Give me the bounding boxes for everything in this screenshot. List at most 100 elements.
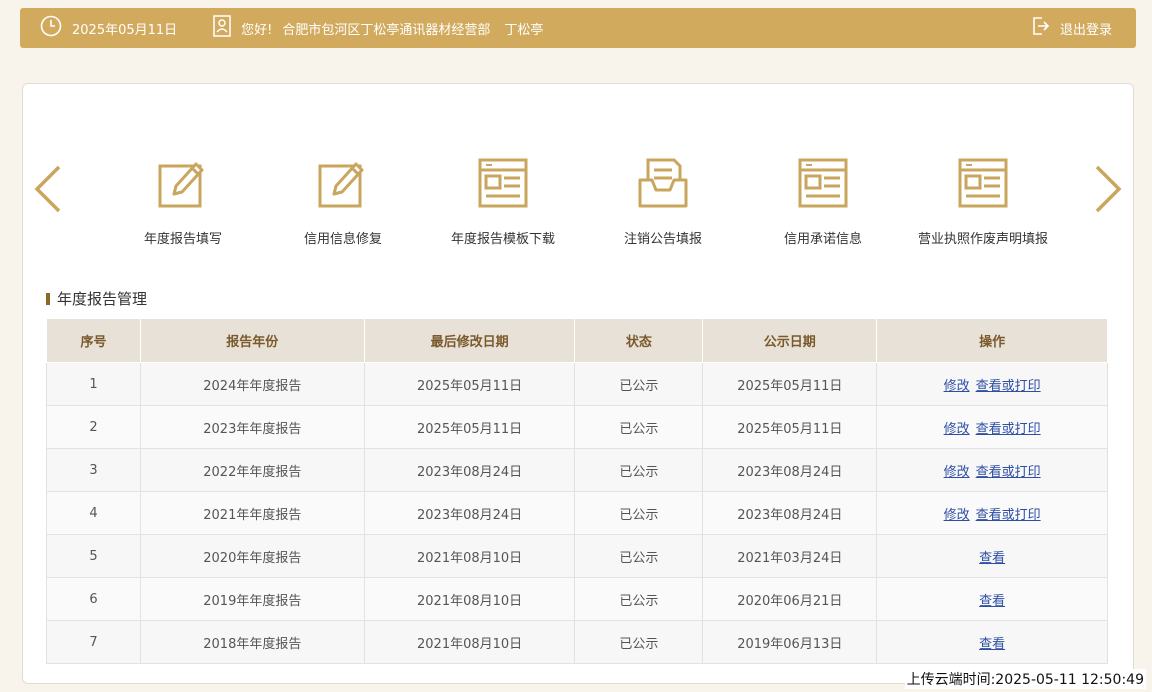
- cell-no: 1: [46, 362, 141, 406]
- service-template-download[interactable]: 年度报告模板下载: [423, 156, 583, 256]
- cell-ops: 查看: [876, 534, 1108, 578]
- service-license-void-statement[interactable]: 营业执照作废声明填报: [903, 156, 1063, 256]
- section-title-text: 年度报告管理: [57, 290, 148, 308]
- service-label: 营业执照作废声明填报: [917, 232, 1048, 247]
- view-link[interactable]: 查看: [979, 551, 1005, 566]
- cell-no: 3: [46, 448, 141, 492]
- cell-status: 已公示: [574, 405, 704, 449]
- cell-year: 2024年年度报告: [139, 362, 365, 406]
- view-print-link[interactable]: 查看或打印: [976, 508, 1041, 523]
- cell-published: 2023年08月24日: [702, 491, 878, 535]
- table-row: 1 2024年年度报告 2025年05月11日 已公示 2025年05月11日 …: [46, 362, 1108, 406]
- table-header-row: 序号 报告年份 最后修改日期 状态 公示日期 操作: [46, 318, 1108, 363]
- service-shortcuts: 年度报告填写 信用信息修复 年度报告模板下载 注销公告填报 信用承诺信息 营业执…: [103, 156, 1063, 256]
- edit-link[interactable]: 修改: [944, 508, 970, 523]
- cell-ops: 查看: [876, 577, 1108, 621]
- main-panel: 年度报告填写 信用信息修复 年度报告模板下载 注销公告填报 信用承诺信息 营业执…: [22, 83, 1134, 684]
- cell-year: 2020年年度报告: [139, 534, 365, 578]
- column-header: 报告年份: [139, 318, 365, 363]
- cell-published: 2019年06月13日: [702, 620, 878, 664]
- cell-year: 2018年年度报告: [139, 620, 365, 664]
- cell-modified: 2021年08月10日: [363, 620, 576, 664]
- company-name: 合肥市包河区丁松亭通讯器材经营部: [282, 22, 491, 38]
- document-template-icon: [478, 158, 528, 208]
- cell-year: 2019年年度报告: [139, 577, 365, 621]
- column-header: 序号: [46, 318, 141, 363]
- cell-status: 已公示: [574, 362, 704, 406]
- cell-year: 2022年年度报告: [139, 448, 365, 492]
- service-credit-commitment[interactable]: 信用承诺信息: [743, 156, 903, 256]
- cell-modified: 2021年08月10日: [363, 534, 576, 578]
- upload-timestamp: 上传云端时间:2025-05-11 12:50:49: [904, 669, 1146, 689]
- top-bar: 2025年05月11日 您好! 合肥市包河区丁松亭通讯器材经营部 丁松亭 退出登…: [20, 8, 1136, 48]
- table-row: 6 2019年年度报告 2021年08月10日 已公示 2020年06月21日 …: [46, 577, 1108, 621]
- table-row: 7 2018年年度报告 2021年08月10日 已公示 2019年06月13日 …: [46, 620, 1108, 664]
- service-annual-report-fill[interactable]: 年度报告填写: [103, 156, 263, 256]
- document-template-icon: [958, 158, 1008, 208]
- cell-status: 已公示: [574, 448, 704, 492]
- greeting-text: 您好!: [241, 22, 273, 38]
- user-greeting: 您好! 合肥市包河区丁松亭通讯器材经营部 丁松亭: [213, 15, 543, 41]
- date-display: 2025年05月11日: [40, 15, 177, 41]
- view-link[interactable]: 查看: [979, 594, 1005, 609]
- cell-status: 已公示: [574, 577, 704, 621]
- document-template-icon: [798, 158, 848, 208]
- service-label: 信用承诺信息: [783, 232, 862, 247]
- pencil-edit-icon: [318, 162, 364, 208]
- logout-icon: [1030, 15, 1060, 41]
- cell-year: 2021年年度报告: [139, 491, 365, 535]
- cell-no: 7: [46, 620, 141, 664]
- service-label: 信用信息修复: [303, 232, 382, 247]
- service-deregistration-notice[interactable]: 注销公告填报: [583, 156, 743, 256]
- annual-report-table: 序号 报告年份 最后修改日期 状态 公示日期 操作 1 2024年年度报告 20…: [46, 318, 1108, 664]
- cell-no: 6: [46, 577, 141, 621]
- edit-link[interactable]: 修改: [944, 379, 970, 394]
- service-label: 年度报告模板下载: [450, 232, 555, 247]
- cell-status: 已公示: [574, 620, 704, 664]
- table-row: 2 2023年年度报告 2025年05月11日 已公示 2025年05月11日 …: [46, 405, 1108, 449]
- cell-modified: 2023年08月24日: [363, 491, 576, 535]
- cell-status: 已公示: [574, 534, 704, 578]
- cell-published: 2020年06月21日: [702, 577, 878, 621]
- column-header: 状态: [574, 318, 704, 363]
- cell-modified: 2025年05月11日: [363, 405, 576, 449]
- cell-modified: 2023年08月24日: [363, 448, 576, 492]
- column-header: 最后修改日期: [363, 318, 576, 363]
- column-header: 操作: [876, 318, 1108, 363]
- edit-link[interactable]: 修改: [944, 465, 970, 480]
- inbox-tray-icon: [638, 158, 688, 208]
- pencil-edit-icon: [158, 162, 204, 208]
- table-row: 5 2020年年度报告 2021年08月10日 已公示 2021年03月24日 …: [46, 534, 1108, 578]
- cell-modified: 2021年08月10日: [363, 577, 576, 621]
- cell-ops: 修改 查看或打印: [876, 362, 1108, 406]
- cell-ops: 查看: [876, 620, 1108, 664]
- view-print-link[interactable]: 查看或打印: [976, 465, 1041, 480]
- section-title: 年度报告管理: [46, 288, 147, 309]
- service-label: 年度报告填写: [143, 232, 222, 247]
- cell-modified: 2025年05月11日: [363, 362, 576, 406]
- logout-button[interactable]: 退出登录: [1030, 8, 1112, 48]
- view-link[interactable]: 查看: [979, 637, 1005, 652]
- logout-label: 退出登录: [1059, 22, 1112, 38]
- cell-published: 2025年05月11日: [702, 405, 878, 449]
- service-label: 注销公告填报: [623, 232, 702, 247]
- service-credit-repair[interactable]: 信用信息修复: [263, 156, 423, 256]
- user-card-icon: [213, 15, 241, 41]
- view-print-link[interactable]: 查看或打印: [976, 379, 1041, 394]
- cell-no: 4: [46, 491, 141, 535]
- table-row: 3 2022年年度报告 2023年08月24日 已公示 2023年08月24日 …: [46, 448, 1108, 492]
- carousel-prev-button[interactable]: [33, 164, 63, 214]
- chevron-right-icon: [1095, 165, 1122, 213]
- edit-link[interactable]: 修改: [944, 422, 970, 437]
- clock-icon: [40, 15, 72, 41]
- cell-published: 2025年05月11日: [702, 362, 878, 406]
- cell-ops: 修改 查看或打印: [876, 491, 1108, 535]
- cell-no: 2: [46, 405, 141, 449]
- table-row: 4 2021年年度报告 2023年08月24日 已公示 2023年08月24日 …: [46, 491, 1108, 535]
- view-print-link[interactable]: 查看或打印: [976, 422, 1041, 437]
- carousel-next-button[interactable]: [1093, 164, 1123, 214]
- user-name: 丁松亭: [504, 22, 544, 38]
- chevron-left-icon: [34, 165, 61, 213]
- cell-ops: 修改 查看或打印: [876, 405, 1108, 449]
- cell-year: 2023年年度报告: [139, 405, 365, 449]
